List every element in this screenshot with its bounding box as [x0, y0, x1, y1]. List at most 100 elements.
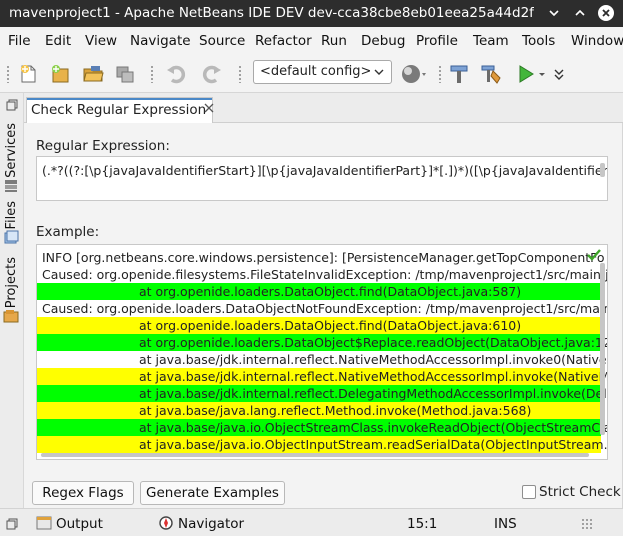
redo-button[interactable]: [201, 63, 223, 85]
files-tab-label: Files: [3, 201, 19, 230]
globe-button[interactable]: [401, 63, 426, 85]
output-icon: [36, 516, 52, 530]
globe-icon: [402, 65, 426, 83]
example-line-text: at org.openide.loaders.DataObject.find(D…: [139, 284, 522, 299]
example-line: at java.base/jdk.internal.reflect.Delega…: [37, 385, 607, 402]
close-icon: [602, 9, 610, 17]
valid-check-icon: [587, 249, 601, 261]
example-line: Caused: org.openide.filesystems.FileStat…: [37, 266, 607, 283]
menu-bar: File Edit View Navigate Source Refactor …: [0, 27, 623, 55]
projects-icon: [3, 310, 19, 323]
example-line: at java.base/jdk.internal.reflect.Native…: [37, 351, 607, 368]
menu-tools[interactable]: Tools: [522, 33, 555, 49]
example-line: at java.base/java.io.ObjectInputStream.r…: [37, 436, 607, 453]
services-icon: [5, 179, 17, 192]
example-line-text: at java.base/java.io.ObjectInputStream.r…: [139, 437, 608, 452]
toolbar-grip-4[interactable]: [438, 65, 442, 83]
build-button[interactable]: [448, 63, 470, 85]
new-file-button[interactable]: [18, 63, 40, 85]
tab-label: Check Regular Expression: [31, 102, 207, 118]
files-tab[interactable]: Files: [3, 201, 19, 250]
resize-grip[interactable]: [581, 518, 593, 530]
restore-window-icon[interactable]: [6, 99, 18, 111]
navigator-icon: [159, 516, 173, 530]
example-line: INFO [org.netbeans.core.windows.persiste…: [37, 249, 607, 266]
minimize-icon: [549, 10, 559, 17]
regex-input[interactable]: (.*?((?:[\p{javaJavaIdentifierStart}][\p…: [36, 156, 608, 201]
example-vertical-scrollbar[interactable]: [600, 263, 605, 435]
menu-navigate[interactable]: Navigate: [130, 33, 191, 49]
clean-build-icon: [481, 65, 501, 84]
example-line-text: at java.base/java.lang.reflect.Method.in…: [139, 403, 532, 418]
menu-profile[interactable]: Profile: [416, 33, 458, 49]
run-icon: [519, 65, 545, 83]
title-bar: mavenproject1 - Apache NetBeans IDE DEV …: [0, 0, 623, 27]
maximize-icon: [575, 9, 585, 16]
maximize-button[interactable]: [572, 5, 588, 21]
toolbar-grip-3[interactable]: [238, 65, 242, 83]
example-line-text: INFO [org.netbeans.core.windows.persiste…: [42, 250, 605, 265]
open-project-icon: [83, 66, 104, 82]
menu-edit[interactable]: Edit: [45, 33, 71, 49]
close-window-button[interactable]: [598, 5, 614, 21]
example-line: at java.base/java.io.ObjectStreamClass.i…: [37, 419, 607, 436]
strict-check-label[interactable]: Strict Check: [539, 484, 621, 500]
example-textarea[interactable]: INFO [org.netbeans.core.windows.persiste…: [36, 244, 608, 460]
window-title: mavenproject1 - Apache NetBeans IDE DEV …: [9, 5, 534, 21]
output-tab[interactable]: Output: [56, 516, 103, 532]
tab-active-indicator: [27, 98, 212, 100]
close-tab-icon[interactable]: [204, 103, 214, 113]
menu-debug[interactable]: Debug: [361, 33, 405, 49]
menu-window[interactable]: Window: [571, 33, 623, 49]
insert-mode: INS: [494, 516, 517, 532]
toolbar-grip-2[interactable]: [150, 65, 154, 83]
chevron-down-icon: [374, 69, 384, 75]
toolbar-grip[interactable]: [6, 65, 10, 83]
example-line: at org.openide.loaders.DataObject$Replac…: [37, 334, 607, 351]
tab-check-regular-expression[interactable]: Check Regular Expression: [26, 97, 214, 123]
redo-icon: [202, 65, 221, 84]
undo-button[interactable]: [165, 63, 187, 85]
open-project-button[interactable]: [82, 63, 104, 85]
strict-check-checkbox[interactable]: [522, 485, 536, 499]
toolbar-overflow-button[interactable]: [553, 63, 567, 85]
example-horizontal-scrollbar[interactable]: [41, 453, 589, 457]
regex-scrollbar[interactable]: [600, 163, 605, 177]
menu-run[interactable]: Run: [321, 33, 347, 49]
menu-refactor[interactable]: Refactor: [255, 33, 312, 49]
new-project-icon: [52, 65, 69, 83]
example-line: at org.openide.loaders.DataObject.find(D…: [37, 283, 607, 300]
close-project-button[interactable]: [114, 63, 136, 85]
menu-file[interactable]: File: [8, 33, 31, 49]
clean-build-button[interactable]: [480, 63, 502, 85]
new-project-button[interactable]: [49, 63, 71, 85]
services-tab[interactable]: Services: [3, 123, 19, 198]
config-select[interactable]: <default config>: [253, 60, 392, 84]
build-icon: [450, 65, 468, 83]
generate-examples-button[interactable]: Generate Examples: [140, 481, 285, 505]
example-line: at java.base/java.lang.reflect.Method.in…: [37, 402, 607, 419]
menu-team[interactable]: Team: [473, 33, 509, 49]
config-select-value: <default config>: [260, 64, 372, 79]
menu-view[interactable]: View: [85, 33, 117, 49]
minimize-button[interactable]: [546, 5, 562, 21]
menu-source[interactable]: Source: [199, 33, 245, 49]
undo-icon: [167, 65, 186, 84]
example-line: at java.base/jdk.internal.reflect.Native…: [37, 368, 607, 385]
regex-panel: Regular Expression: (.*?((?:[\p{javaJava…: [24, 123, 623, 508]
editor-tab-bar: Check Regular Expression: [24, 93, 623, 123]
close-project-icon: [116, 66, 134, 83]
example-line-text: Caused: org.openide.filesystems.FileStat…: [42, 267, 608, 282]
projects-tab[interactable]: Projects: [3, 257, 19, 328]
example-line-text: at java.base/jdk.internal.reflect.Native…: [139, 369, 608, 384]
navigator-tab[interactable]: Navigator: [178, 516, 244, 532]
services-tab-label: Services: [3, 123, 19, 178]
run-button[interactable]: [516, 63, 545, 85]
regex-flags-button[interactable]: Regex Flags: [32, 481, 134, 505]
example-line-text: at org.openide.loaders.DataObject$Replac…: [139, 335, 608, 350]
example-line-text: at java.base/jdk.internal.reflect.Delega…: [139, 386, 608, 401]
restore-window-icon[interactable]: [6, 518, 18, 530]
new-file-icon: [21, 65, 36, 83]
files-icon: [4, 230, 19, 244]
example-line-text: at java.base/jdk.internal.reflect.Native…: [139, 352, 608, 367]
